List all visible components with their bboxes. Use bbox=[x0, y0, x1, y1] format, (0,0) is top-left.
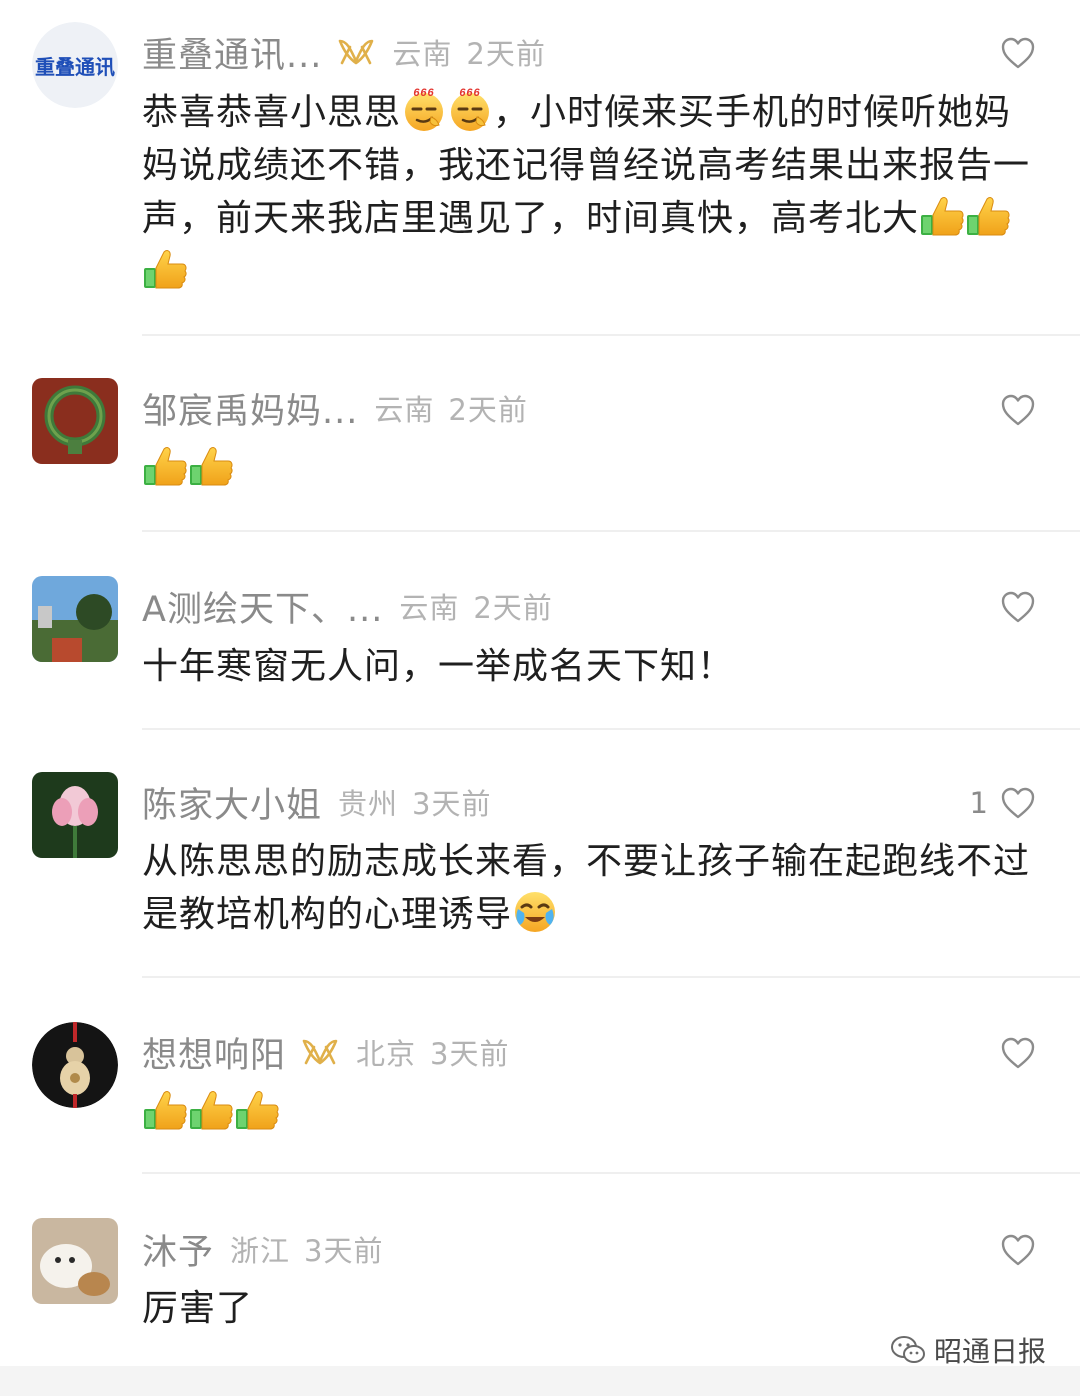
comment-text-part: 厉害了 bbox=[142, 1288, 254, 1329]
comment-text: 厉害了 bbox=[142, 1282, 1042, 1335]
divider bbox=[142, 976, 1080, 978]
like-button[interactable] bbox=[1000, 1033, 1036, 1073]
smirk-666-emoji-icon bbox=[447, 87, 493, 133]
watermark-text: 昭通日报 bbox=[933, 1335, 1046, 1368]
comment-text bbox=[142, 442, 1042, 495]
username[interactable]: 陈家大小姐 bbox=[142, 777, 322, 828]
like-button[interactable] bbox=[1000, 587, 1036, 627]
comment-header: 重叠通讯... 云南 2天前 bbox=[142, 30, 546, 76]
username[interactable]: 邹宸禹妈妈... bbox=[142, 383, 358, 434]
heart-icon bbox=[1000, 1233, 1036, 1267]
divider bbox=[142, 1172, 1080, 1174]
divider bbox=[142, 728, 1080, 730]
comment-header: 邹宸禹妈妈... 云南 2天前 bbox=[142, 386, 528, 432]
comment-header: 陈家大小姐 贵州 3天前 bbox=[142, 780, 492, 826]
comment-text: 恭喜恭喜小思思 ，小时候来买手机的时候听她妈妈说成绩还不错，我还记得曾经说高考结果… bbox=[142, 86, 1042, 298]
location: 云南 bbox=[392, 37, 453, 71]
thumbs-up-icon bbox=[142, 1087, 188, 1133]
timestamp: 3天前 bbox=[430, 1037, 510, 1071]
wechat-icon bbox=[890, 1336, 925, 1363]
thumbs-up-icon bbox=[234, 1087, 280, 1133]
thumbs-up-icon bbox=[965, 193, 1011, 239]
avatar[interactable] bbox=[32, 772, 118, 858]
location: 浙江 bbox=[230, 1234, 291, 1268]
username[interactable]: 沐予 bbox=[142, 1224, 214, 1275]
username[interactable]: 重叠通讯... bbox=[142, 27, 322, 78]
divider bbox=[142, 334, 1080, 336]
avatar[interactable] bbox=[32, 576, 118, 662]
vip-badge-icon bbox=[300, 1037, 340, 1067]
timestamp: 2天前 bbox=[448, 393, 528, 427]
like-count: 1 bbox=[969, 786, 988, 820]
comment-text: 从陈思思的励志成长来看，不要让孩子输在起跑线不过是教培机构的心理诱导 bbox=[142, 835, 1042, 941]
location: 北京 bbox=[356, 1037, 417, 1071]
divider bbox=[142, 530, 1080, 532]
bottom-strip bbox=[0, 1366, 1080, 1396]
heart-icon bbox=[1000, 393, 1036, 427]
timestamp: 2天前 bbox=[466, 37, 546, 71]
comment-text-part: 从陈思思的励志成长来看，不要让孩子输在起跑线不过是教培机构的心理诱导 bbox=[142, 841, 1031, 935]
like-button[interactable] bbox=[1000, 33, 1036, 73]
timestamp: 3天前 bbox=[304, 1234, 384, 1268]
vip-badge-icon bbox=[336, 37, 376, 67]
heart-icon bbox=[1000, 786, 1036, 820]
timestamp: 2天前 bbox=[473, 591, 553, 625]
like-button[interactable] bbox=[1000, 390, 1036, 430]
avatar[interactable] bbox=[32, 1218, 118, 1304]
timestamp: 3天前 bbox=[412, 787, 492, 821]
thumbs-up-icon bbox=[142, 443, 188, 489]
location: 云南 bbox=[374, 393, 435, 427]
comment-header: 想想响阳 北京 3天前 bbox=[142, 1030, 510, 1076]
username[interactable]: 想想响阳 bbox=[142, 1027, 286, 1078]
like-button[interactable]: 1 bbox=[970, 783, 1036, 823]
comment-text bbox=[142, 1086, 1042, 1139]
crying-laughing-emoji-icon bbox=[512, 889, 558, 935]
heart-icon bbox=[1000, 590, 1036, 624]
comment-text-part: 恭喜恭喜小思思 bbox=[142, 92, 402, 133]
comment-text: 十年寒窗无人问，一举成名天下知！ bbox=[142, 640, 1042, 693]
thumbs-up-icon bbox=[188, 443, 234, 489]
username[interactable]: A测绘天下、... bbox=[142, 581, 383, 632]
comment-header: 沐予 浙江 3天前 bbox=[142, 1227, 384, 1273]
smirk-666-emoji-icon bbox=[401, 87, 447, 133]
location: 云南 bbox=[399, 591, 460, 625]
thumbs-up-icon bbox=[188, 1087, 234, 1133]
thumbs-up-icon bbox=[142, 246, 188, 292]
avatar[interactable] bbox=[32, 1022, 118, 1108]
comment-header: A测绘天下、... 云南 2天前 bbox=[142, 584, 553, 630]
heart-icon bbox=[1000, 36, 1036, 70]
heart-icon bbox=[1000, 1036, 1036, 1070]
comment-text-part: 十年寒窗无人问，一举成名天下知！ bbox=[142, 646, 735, 687]
avatar-logo-text: 重叠通讯 bbox=[35, 55, 115, 79]
avatar[interactable] bbox=[32, 378, 118, 464]
thumbs-up-icon bbox=[919, 193, 965, 239]
like-button[interactable] bbox=[1000, 1230, 1036, 1270]
avatar[interactable]: 重叠通讯 bbox=[32, 22, 118, 108]
location: 贵州 bbox=[338, 787, 399, 821]
watermark: 昭通日报 bbox=[890, 1330, 1046, 1370]
